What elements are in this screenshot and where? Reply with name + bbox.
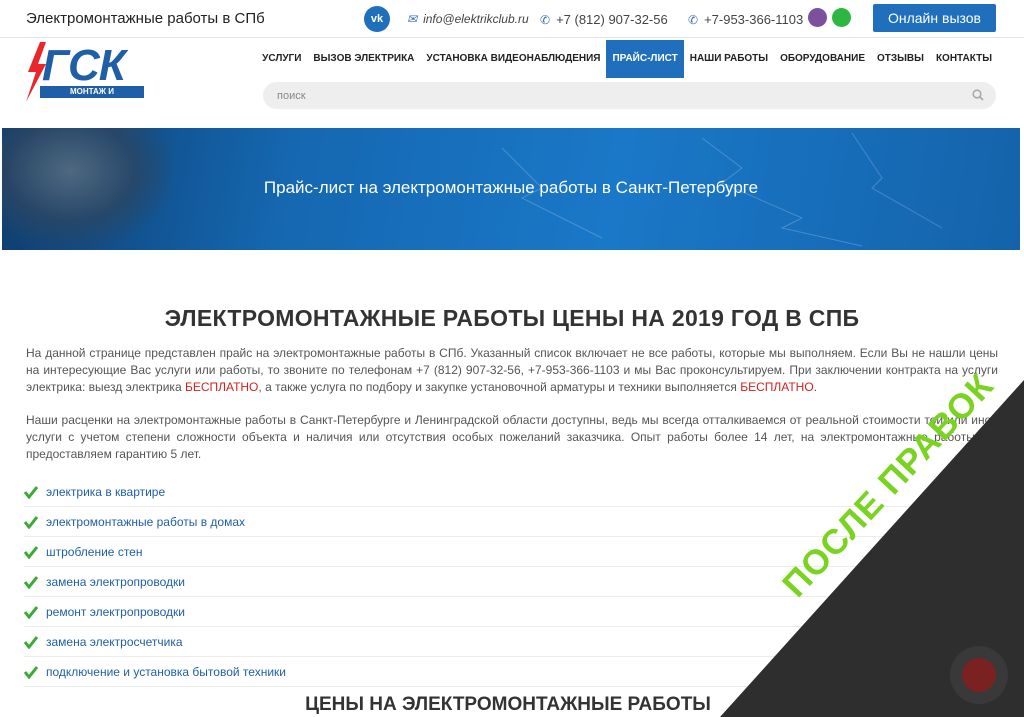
phone-link-1[interactable]: ✆ +7 (812) 907-32-56 (540, 12, 668, 27)
phone-text-1: +7 (812) 907-32-56 (556, 12, 668, 27)
nav-item-call-electrician[interactable]: ВЫЗОВ ЭЛЕКТРИКА (307, 40, 420, 78)
free-label-1: БЕСПЛАТНО (184, 380, 259, 394)
nav-item-our-works[interactable]: НАШИ РАБОТЫ (684, 40, 774, 78)
page-heading: ЭЛЕКТРОМОНТАЖНЫЕ РАБОТЫ ЦЕНЫ НА 2019 ГОД… (164, 305, 860, 331)
nav-item-cctv[interactable]: УСТАНОВКА ВИДЕОНАБЛЮДЕНИЯ (420, 40, 606, 78)
service-link[interactable]: замена электропроводки (46, 575, 185, 589)
checkmark-icon (24, 665, 38, 679)
online-call-button[interactable]: Онлайн вызов (873, 4, 996, 32)
phone-link-2[interactable]: ✆ +7-953-366-1103 (688, 12, 803, 27)
main-nav: УСЛУГИ ВЫЗОВ ЭЛЕКТРИКА УСТАНОВКА ВИДЕОНА… (256, 40, 998, 78)
hero-banner: Прайс-лист на электромонтажные работы в … (2, 128, 1020, 250)
checkmark-icon (24, 485, 38, 499)
nav-item-contacts[interactable]: КОНТАКТЫ (930, 40, 998, 78)
vk-icon[interactable]: vk (364, 6, 390, 32)
email-text: info@elektrikclub.ru (423, 12, 529, 26)
intro-text-b: , а также услуга по подбору и закупке ус… (258, 380, 741, 394)
service-link[interactable]: штробление стен (46, 545, 142, 559)
checkmark-icon (24, 635, 38, 649)
chat-widget-button[interactable] (950, 646, 1008, 704)
service-link[interactable]: электрика в квартире (46, 485, 165, 499)
whatsapp-icon[interactable] (832, 8, 851, 27)
viber-icon[interactable] (808, 8, 827, 27)
email-link[interactable]: ✉ info@elektrikclub.ru (407, 12, 529, 26)
banner-title: Прайс-лист на электромонтажные работы в … (263, 178, 759, 197)
service-link[interactable]: замена электросчетчика (46, 635, 183, 649)
nav-item-services[interactable]: УСЛУГИ (256, 40, 307, 78)
service-link[interactable]: ремонт электропроводки (46, 605, 185, 619)
logo[interactable]: ГСК МОНТАЖ И ОБСЛУЖИВАНИЕ (26, 41, 146, 108)
top-bar: Электромонтажные работы в СПб vk ✉ info@e… (0, 0, 1024, 38)
service-link[interactable]: подключение и установка бытовой техники (46, 665, 286, 679)
logo-letters: ГСК (42, 41, 126, 90)
logo-tagline: МОНТАЖ И ОБСЛУЖИВАНИЕ (40, 86, 144, 108)
checkmark-icon (24, 545, 38, 559)
email-icon: ✉ (407, 12, 418, 26)
nav-item-reviews[interactable]: ОТЗЫВЫ (871, 40, 930, 78)
search-icon[interactable] (972, 89, 984, 101)
nav-item-equipment[interactable]: ОБОРУДОВАНИЕ (774, 40, 871, 78)
checkmark-icon (24, 575, 38, 589)
phone-icon: ✆ (688, 13, 699, 27)
search-input[interactable] (277, 82, 957, 109)
search-bar (263, 82, 996, 109)
phone-text-2: +7-953-366-1103 (704, 12, 804, 27)
phone-icon: ✆ (540, 13, 551, 27)
site-title: Электромонтажные работы в СПб (26, 10, 265, 27)
checkmark-icon (24, 605, 38, 619)
nav-item-price-list[interactable]: ПРАЙС-ЛИСТ (606, 40, 684, 78)
service-link[interactable]: электромонтажные работы в домах (46, 515, 245, 529)
checkmark-icon (24, 515, 38, 529)
